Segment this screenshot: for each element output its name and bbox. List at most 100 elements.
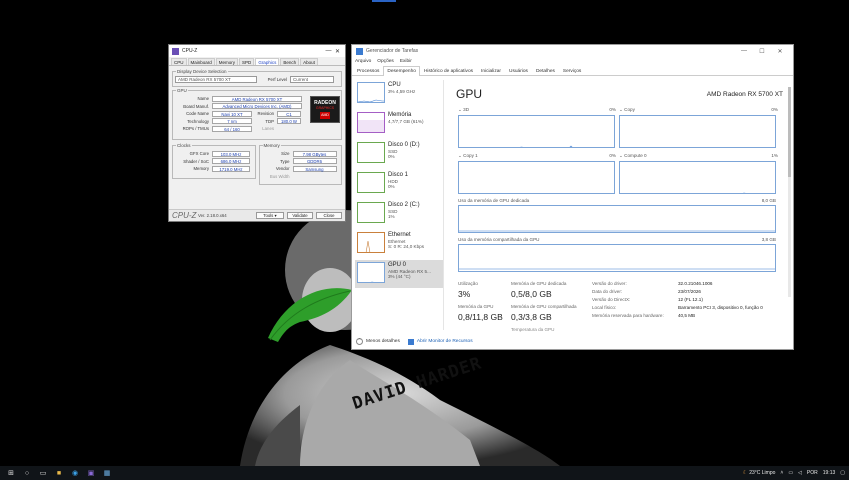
- shared-gpu-memory-value: 0,3/3,8 GB: [511, 312, 552, 322]
- resource-disk-1[interactable]: Disco 1 HDD 0%: [355, 170, 443, 198]
- file-explorer-icon[interactable]: ■: [54, 468, 64, 478]
- tab-bench[interactable]: Bench: [280, 58, 300, 65]
- cpuz-close-button[interactable]: Close: [316, 212, 342, 219]
- resource-cpu[interactable]: CPU 3% 4,59 GHz: [355, 80, 443, 108]
- disk0-thumbnail: [357, 142, 385, 163]
- utilization-label: Utilização: [458, 281, 478, 286]
- resource-memory[interactable]: Memória 4,7/7,7 GB (61%): [355, 110, 443, 138]
- tab-spd[interactable]: SPD: [239, 58, 255, 65]
- technology-value: 7 nm: [212, 118, 252, 125]
- directx-version-label: Versão do DirectX:: [592, 297, 631, 302]
- volume-icon[interactable]: ◁: [798, 470, 802, 476]
- fewer-details-link[interactable]: Menos detalhes: [366, 339, 400, 344]
- memory-clock-label: Memory: [193, 166, 209, 172]
- chevron-up-icon[interactable]: ⌃: [356, 338, 363, 345]
- tab-servicos[interactable]: Serviços: [559, 66, 585, 75]
- tab-mainboard[interactable]: Mainboard: [187, 58, 215, 65]
- resource-gpu-0[interactable]: GPU 0 AMD Radeon RX 5... 3% (44 °C): [355, 260, 443, 288]
- chevron-down-icon[interactable]: ⌄: [619, 153, 623, 158]
- graph-copy1-pct: 0%: [609, 153, 616, 158]
- menu-exibir[interactable]: Exibir: [400, 59, 412, 64]
- close-button[interactable]: ✕: [771, 48, 789, 55]
- chevron-down-icon[interactable]: ⌄: [458, 107, 462, 112]
- cpuz-titlebar[interactable]: CPU-Z — ✕: [169, 45, 345, 57]
- graph-compute0-label: ⌄ Compute 0: [619, 153, 647, 158]
- utilization-value: 3%: [458, 289, 471, 299]
- weather-icon[interactable]: ☾: [743, 470, 747, 476]
- lanes-label: Lanes: [262, 126, 274, 132]
- size-label: Size: [281, 151, 290, 157]
- tab-desempenho[interactable]: Desempenho: [383, 66, 420, 76]
- graph-dedicated-memory: [458, 205, 776, 233]
- display-selection-label: Display Device Selection: [176, 69, 228, 74]
- scrollbar[interactable]: [788, 87, 791, 297]
- validate-button[interactable]: Validate: [287, 212, 313, 219]
- radeon-logo: RADEON GRAPHICS AMD: [310, 96, 340, 123]
- taskmgr-taskbar-icon[interactable]: ▦: [102, 468, 112, 478]
- tab-about[interactable]: About: [300, 58, 318, 65]
- graph-copy-pct: 0%: [771, 107, 778, 112]
- menu-arquivo[interactable]: Arquivo: [355, 59, 371, 64]
- cpuz-taskbar-icon[interactable]: ▣: [86, 468, 96, 478]
- resource-ethernet[interactable]: Ethernet Ethernet S: 0 R: 24,0 Kbps: [355, 230, 443, 258]
- search-icon[interactable]: ○: [22, 468, 32, 478]
- minimize-button[interactable]: —: [324, 48, 333, 54]
- shared-memory-max: 3,8 GB: [761, 237, 776, 242]
- name-value: AMD Radeon RX 5700 XT: [212, 95, 302, 102]
- tab-usuarios[interactable]: Usuários: [505, 66, 532, 75]
- open-resource-monitor-link[interactable]: Abrir Monitor de Recursos: [417, 339, 473, 344]
- scrollbar-thumb[interactable]: [788, 87, 791, 177]
- chevron-down-icon[interactable]: ⌄: [458, 153, 462, 158]
- clocks-group-label: Clocks: [176, 143, 192, 148]
- graph-copy-label: ⌄ Copy: [619, 107, 635, 112]
- graph-copy1: [458, 161, 615, 194]
- cpu-thumbnail: [357, 82, 385, 103]
- chevron-down-icon[interactable]: ⌄: [619, 107, 623, 112]
- chevron-up-icon[interactable]: ˄: [780, 470, 783, 476]
- tools-button[interactable]: Tools ▾: [256, 212, 284, 219]
- cpuz-title: CPU-Z: [182, 48, 198, 54]
- maximize-button[interactable]: ☐: [753, 48, 771, 55]
- windows-start-icon[interactable]: ⊞: [6, 468, 16, 478]
- tdp-value: 180.0 W: [277, 118, 301, 125]
- language-indicator[interactable]: POR: [807, 470, 818, 476]
- network-icon[interactable]: ▭: [788, 470, 793, 476]
- memory-clock-value: 1719.0 MHz: [212, 165, 250, 172]
- resource-disk-2[interactable]: Disco 2 (C:) SSD 1%: [355, 200, 443, 228]
- tab-processos[interactable]: Processos: [353, 66, 383, 75]
- driver-date-label: Data do driver:: [592, 289, 623, 294]
- memory-group-label: Memory: [262, 143, 281, 148]
- taskmgr-titlebar[interactable]: Gerenciador de Tarefas — ☐ ✕: [352, 45, 793, 57]
- task-view-icon[interactable]: ▭: [38, 468, 48, 478]
- perf-level-select[interactable]: Current: [290, 76, 334, 83]
- tab-detalhes[interactable]: Detalhes: [532, 66, 559, 75]
- tab-historico[interactable]: Histórico de aplicativos: [420, 66, 477, 75]
- clock[interactable]: 19:13: [823, 470, 836, 476]
- tab-memory[interactable]: Memory: [215, 58, 239, 65]
- edge-browser-icon[interactable]: ◉: [70, 468, 80, 478]
- shared-memory-label: Uso da memória compartilhada da GPU: [458, 237, 540, 242]
- system-tray: ☾ 23°C Limpo ˄ ▭ ◁ POR 19:13 ▢: [738, 466, 845, 480]
- weather-text[interactable]: 23°C Limpo: [749, 470, 775, 476]
- dedicated-memory-max: 8,0 GB: [761, 198, 776, 203]
- resource-disk-0[interactable]: Disco 0 (D:) SSD 0%: [355, 140, 443, 168]
- tab-inicializar[interactable]: Inicializar: [477, 66, 505, 75]
- ethernet-thumbnail: [357, 232, 385, 253]
- dedicated-memory-label: Uso da memória de GPU dedicada: [458, 198, 530, 203]
- taskmgr-tabs: Processos Desempenho Histórico de aplica…: [352, 66, 793, 76]
- tab-cpu[interactable]: CPU: [171, 58, 187, 65]
- notification-icon[interactable]: ▢: [840, 470, 845, 476]
- tab-graphics[interactable]: Graphics: [255, 58, 280, 65]
- gpu-thumbnail: [357, 262, 385, 283]
- cpuz-footer: CPU-Z Ver. 2.18.0.x64 Tools ▾ Validate C…: [169, 209, 345, 221]
- dedicated-gpu-memory-label: Memória de GPU dedicada: [511, 281, 567, 286]
- gpu-model: AMD Radeon RX 5700 XT: [706, 91, 783, 98]
- gpu-temperature-label: Temperatura da GPU: [511, 327, 555, 332]
- device-select[interactable]: AMD Radeon RX 5700 XT: [175, 76, 257, 83]
- revision-value: C1: [277, 110, 301, 117]
- close-button[interactable]: ✕: [333, 48, 342, 55]
- menu-opcoes[interactable]: Opções: [377, 59, 394, 64]
- minimize-button[interactable]: —: [735, 48, 753, 54]
- taskmgr-menubar: Arquivo Opções Exibir: [352, 57, 793, 66]
- cpuz-app-icon: [172, 47, 179, 55]
